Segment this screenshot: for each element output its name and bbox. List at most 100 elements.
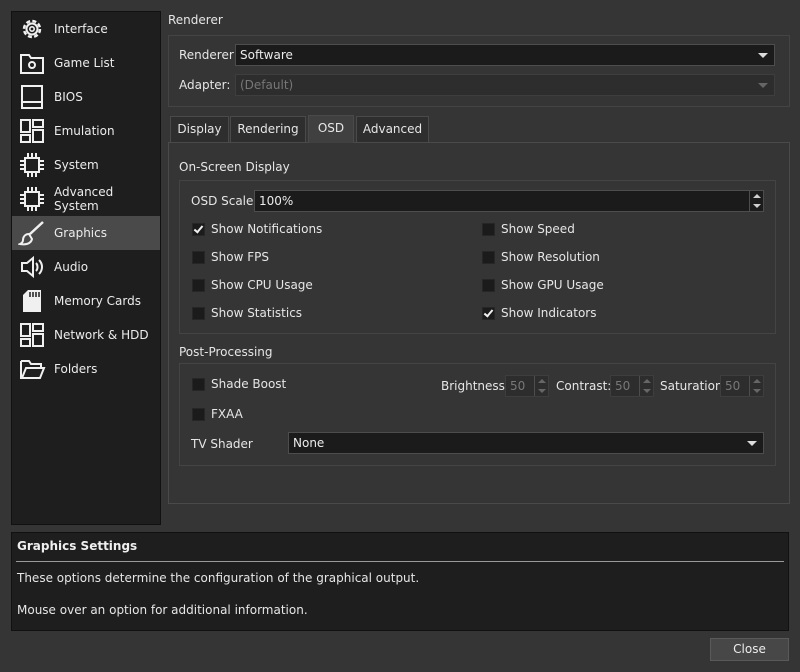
chevron-down-icon: [758, 53, 768, 58]
tab-rendering[interactable]: Rendering: [230, 116, 306, 142]
sidebar-item-folders[interactable]: Folders: [12, 352, 160, 386]
spin-buttons[interactable]: [534, 376, 548, 396]
sidebar-item-advanced-system[interactable]: Advanced System: [12, 182, 160, 216]
checkbox-box: [482, 222, 495, 236]
sidebar-item-graphics[interactable]: Graphics: [12, 216, 160, 250]
brightness-value: 50: [510, 379, 526, 393]
dashboard-icon: [18, 117, 46, 145]
checkbox-label: Shade Boost: [211, 377, 287, 391]
tab-display[interactable]: Display: [170, 116, 229, 142]
chevron-down-icon: [758, 83, 768, 88]
sidebar-item-label: Folders: [54, 362, 98, 376]
spin-buttons[interactable]: [639, 376, 653, 396]
sidebar-item-label: Memory Cards: [54, 294, 141, 308]
osd-scale-value: 100%: [259, 194, 294, 208]
help-panel: Graphics Settings These options determin…: [11, 532, 789, 631]
contrast-label: Contrast:: [556, 379, 612, 393]
adapter-label: Adapter:: [179, 78, 231, 92]
settings-sidebar: Interface Game List BIOS Emulation Syste…: [11, 11, 161, 525]
checkbox-label: Show Speed: [501, 222, 575, 236]
sidebar-item-label: Network & HDD: [54, 328, 149, 342]
sd-card-icon: [18, 287, 46, 315]
arrow-down-icon: [643, 389, 651, 393]
spin-buttons[interactable]: [749, 376, 763, 396]
sidebar-item-label: Interface: [54, 22, 108, 36]
sidebar-item-label: BIOS: [54, 90, 83, 104]
checkbox-box: [482, 306, 495, 320]
checkbox-label: Show Indicators: [501, 306, 597, 320]
arrow-down-icon: [753, 204, 761, 208]
checkmark-icon: [483, 306, 494, 318]
tab-osd[interactable]: OSD: [308, 115, 354, 143]
help-divider: [16, 561, 784, 562]
chevron-down-icon: [747, 441, 757, 446]
checkbox-label: Show Resolution: [501, 250, 600, 264]
sidebar-item-network-hdd[interactable]: Network & HDD: [12, 318, 160, 352]
tab-advanced[interactable]: Advanced: [356, 116, 429, 142]
checkbox-label: Show CPU Usage: [211, 278, 313, 292]
show-speed-checkbox[interactable]: Show Speed: [482, 222, 575, 236]
checkbox-box: [482, 278, 495, 292]
show-statistics-checkbox[interactable]: Show Statistics: [192, 306, 302, 320]
arrow-down-icon: [753, 389, 761, 393]
help-text-line: Mouse over an option for additional info…: [17, 603, 308, 617]
tv-shader-label: TV Shader: [191, 437, 253, 451]
show-cpu-usage-checkbox[interactable]: Show CPU Usage: [192, 278, 313, 292]
checkbox-label: Show Notifications: [211, 222, 323, 236]
show-indicators-checkbox[interactable]: Show Indicators: [482, 306, 596, 320]
folder-settings-icon: [18, 49, 46, 77]
arrow-up-icon: [753, 194, 761, 198]
adapter-select[interactable]: (Default): [235, 74, 775, 96]
close-button[interactable]: Close: [710, 638, 789, 661]
renderer-select[interactable]: Software: [235, 44, 775, 66]
sidebar-item-label: Audio: [54, 260, 89, 274]
show-gpu-usage-checkbox[interactable]: Show GPU Usage: [482, 278, 604, 292]
sidebar-item-memory-cards[interactable]: Memory Cards: [12, 284, 160, 318]
sidebar-item-label: Advanced System: [54, 185, 114, 213]
osd-scale-spinbox[interactable]: 100%: [254, 190, 764, 212]
show-notifications-checkbox[interactable]: Show Notifications: [192, 222, 322, 236]
spin-buttons[interactable]: [749, 191, 763, 211]
chip-icon: [18, 185, 46, 213]
sidebar-item-emulation[interactable]: Emulation: [12, 114, 160, 148]
saturation-value: 50: [725, 379, 741, 393]
checkbox-label: Show GPU Usage: [501, 278, 604, 292]
checkbox-label: FXAA: [211, 407, 243, 421]
checkbox-box: [192, 377, 205, 391]
arrow-down-icon: [538, 389, 546, 393]
checkbox-label: Show FPS: [211, 250, 269, 264]
shade-boost-checkbox[interactable]: Shade Boost: [192, 377, 286, 391]
brush-icon: [18, 219, 46, 247]
checkbox-box: [482, 250, 495, 264]
arrow-up-icon: [643, 379, 651, 383]
sidebar-item-audio[interactable]: Audio: [12, 250, 160, 284]
folder-open-icon: [18, 355, 46, 383]
sidebar-item-label: Emulation: [54, 124, 115, 138]
contrast-spinbox[interactable]: 50: [610, 375, 654, 397]
checkbox-box: [192, 250, 205, 264]
saturation-spinbox[interactable]: 50: [720, 375, 764, 397]
sidebar-item-interface[interactable]: Interface: [12, 12, 160, 46]
sidebar-item-game-list[interactable]: Game List: [12, 46, 160, 80]
sidebar-item-label: System: [54, 158, 99, 172]
show-fps-checkbox[interactable]: Show FPS: [192, 250, 269, 264]
brightness-label: Brightness:: [441, 379, 509, 393]
tv-shader-value: None: [293, 436, 325, 450]
sidebar-item-label: Graphics: [54, 226, 107, 240]
brightness-spinbox[interactable]: 50: [505, 375, 549, 397]
help-title: Graphics Settings: [17, 539, 138, 553]
checkbox-box: [192, 222, 205, 236]
help-text-line: These options determine the configuratio…: [17, 571, 420, 585]
tv-shader-select[interactable]: None: [288, 432, 764, 454]
renderer-select-value: Software: [240, 48, 293, 62]
show-resolution-checkbox[interactable]: Show Resolution: [482, 250, 600, 264]
fxaa-checkbox[interactable]: FXAA: [192, 407, 243, 421]
sidebar-item-bios[interactable]: BIOS: [12, 80, 160, 114]
checkbox-box: [192, 407, 205, 421]
contrast-value: 50: [615, 379, 631, 393]
checkmark-icon: [193, 222, 204, 234]
gear-icon: [18, 15, 46, 43]
speaker-icon: [18, 253, 46, 281]
renderer-label: Renderer:: [179, 48, 238, 62]
sidebar-item-system[interactable]: System: [12, 148, 160, 182]
